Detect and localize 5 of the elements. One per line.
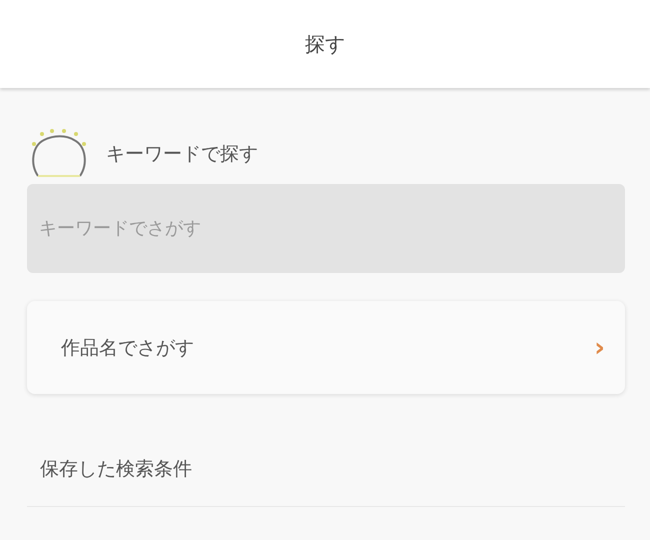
keyword-search-field[interactable]: キーワードでさがす	[27, 184, 625, 273]
title-search-button[interactable]: 作品名でさがす ›	[27, 301, 625, 394]
section-heading: 保存した検索条件	[39, 457, 193, 482]
section-label: キーワードで探す	[106, 142, 258, 167]
page-title: 探す	[305, 30, 345, 58]
